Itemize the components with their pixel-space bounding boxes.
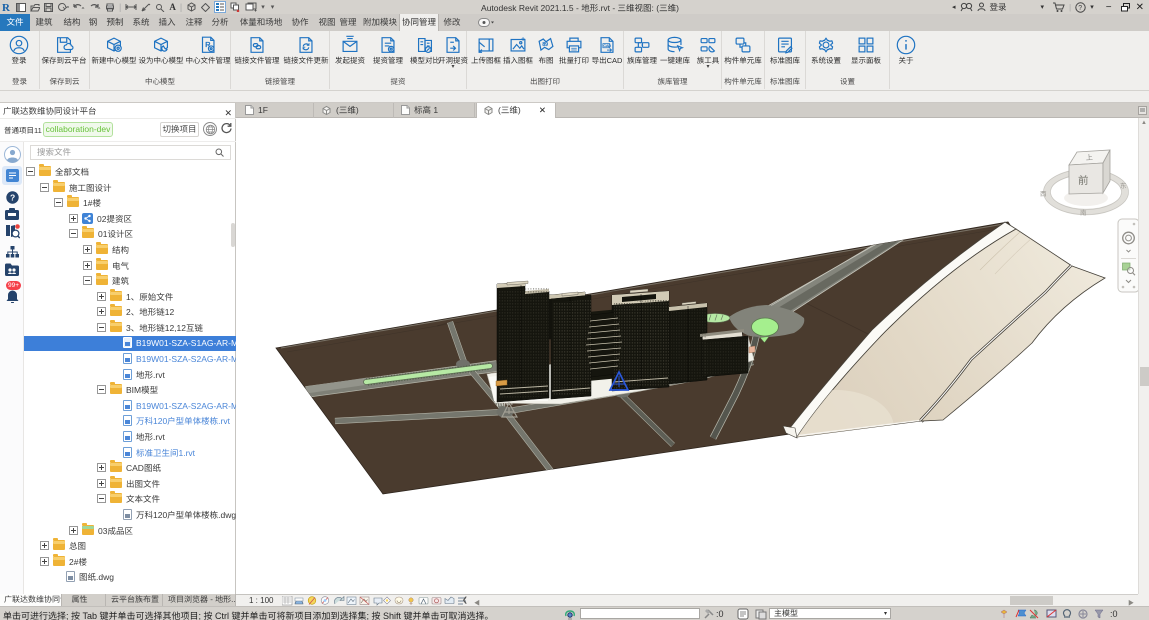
svg-text:南: 南 [1080, 209, 1087, 217]
svg-text:西: 西 [1040, 190, 1047, 198]
svg-text:?: ? [10, 192, 15, 202]
svg-text:上: 上 [1086, 154, 1094, 162]
svg-text:前: 前 [1078, 175, 1089, 187]
svg-text:R: R [2, 2, 11, 13]
svg-text:?: ? [1078, 5, 1082, 12]
svg-text:东: 东 [1120, 182, 1127, 190]
